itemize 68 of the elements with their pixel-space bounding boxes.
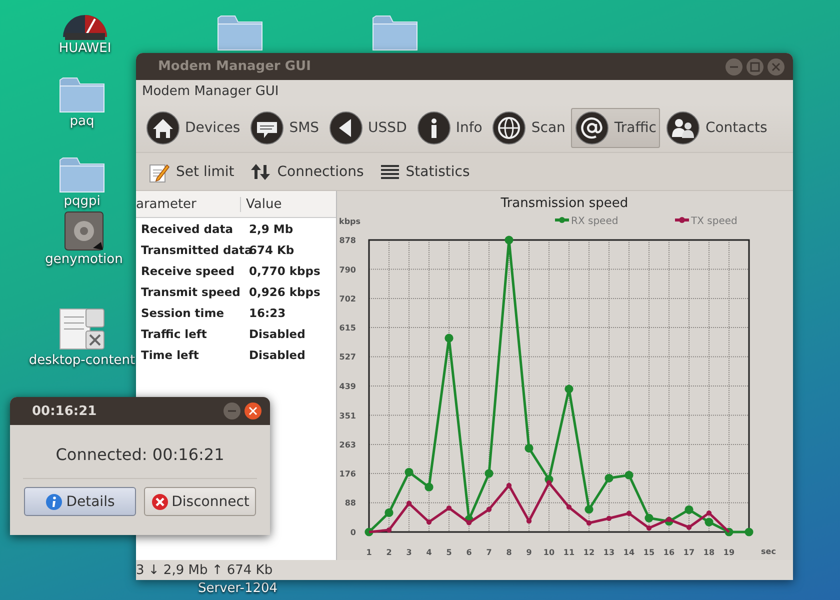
tick-label: 16 (663, 548, 675, 557)
toolbar-tab[interactable]: Info (412, 108, 486, 148)
table-cell: Disabled (249, 326, 306, 340)
tick-label: 5 (446, 548, 452, 557)
tick-label: 11 (563, 548, 575, 557)
legend-label: RX speed (571, 216, 618, 227)
tick-label: 1 (366, 548, 372, 557)
table-cell: 2,9 Mb (249, 222, 294, 236)
table-cell-text: Received data (140, 222, 234, 236)
tick-label: 13 (603, 548, 615, 557)
tick-label: 2 (386, 548, 392, 557)
column-header[interactable]: Value (241, 196, 286, 212)
tick-label: 790 (339, 265, 356, 274)
chart-title: Transmission speed (500, 196, 628, 211)
table-cell-text: Session time (140, 306, 226, 320)
dialog-button[interactable]: Disconnect (144, 487, 256, 516)
tick-label: 6 (466, 548, 472, 557)
tick-label: 439 (339, 382, 356, 391)
tick-label: 19 (723, 548, 735, 557)
table-cell: 0,770 kbps (249, 264, 320, 278)
toolbar-tab[interactable]: Contacts (662, 108, 772, 148)
toolbar-tab[interactable]: Traffic (571, 108, 660, 148)
tick-label: 4 (426, 548, 432, 557)
column-header[interactable]: arameter (136, 196, 241, 212)
icon-label[interactable]: Server-1204 (198, 581, 278, 596)
tick-label: 7 (486, 548, 492, 557)
table-cell-text: Time left (140, 348, 200, 362)
tick-label: 12 (583, 548, 595, 557)
table-cell-text: Transmit speed (140, 284, 242, 298)
tick-label: 527 (339, 352, 356, 362)
legend-label: TX speed (691, 216, 738, 227)
toolbar-button[interactable]: Connections (248, 158, 366, 184)
tick-label: 0 (350, 528, 356, 537)
tick-label: 9 (526, 548, 532, 557)
toolbar-tab[interactable]: Scan (488, 108, 570, 148)
dialog-title: 00:16:21 (32, 404, 98, 418)
table-cell: 0,926 kbps (249, 284, 320, 298)
toolbar-button[interactable]: Set limit (146, 158, 236, 184)
table-cell-text: Traffic left (140, 326, 208, 340)
toolbar-button[interactable]: Statistics (378, 160, 472, 184)
tick-label: 263 (339, 440, 356, 450)
toolbar-tab[interactable]: USSD (325, 108, 411, 148)
tick-label: 351 (339, 411, 356, 420)
table-cell: 16:23 (249, 306, 286, 320)
tick-label: 8 (506, 548, 512, 557)
table-cell: 674 Kb (249, 242, 294, 256)
status-message: Connected: 00:16:21 (54, 445, 226, 464)
tick-label: 878 (339, 236, 356, 245)
toolbar-tab[interactable]: SMS (246, 108, 324, 148)
tick-label: 10 (543, 548, 555, 557)
tick-label: 615 (339, 323, 356, 332)
table-cell-text: Receive speed (140, 264, 236, 278)
status-text: 3 ↓ 2,9 Mb ↑ 674 Kb (136, 562, 273, 578)
axis-label: kbps (339, 217, 361, 226)
tick-label: 14 (623, 548, 635, 557)
tick-label: 3 (406, 548, 412, 557)
toolbar-tab[interactable]: Devices (142, 108, 244, 148)
tick-label: 15 (643, 548, 655, 557)
dialog-button[interactable]: Details (24, 487, 136, 516)
app-title: Modem Manager GUI (141, 83, 280, 101)
tick-label: 17 (683, 548, 695, 557)
window-title: Modem Manager GUI (158, 59, 312, 74)
table-cell: Disabled (249, 348, 306, 362)
tick-label: 176 (339, 469, 356, 478)
axis-label: sec (761, 547, 776, 556)
tick-label: 88 (344, 498, 356, 508)
tick-label: 18 (703, 548, 715, 557)
tick-label: 702 (339, 294, 356, 304)
